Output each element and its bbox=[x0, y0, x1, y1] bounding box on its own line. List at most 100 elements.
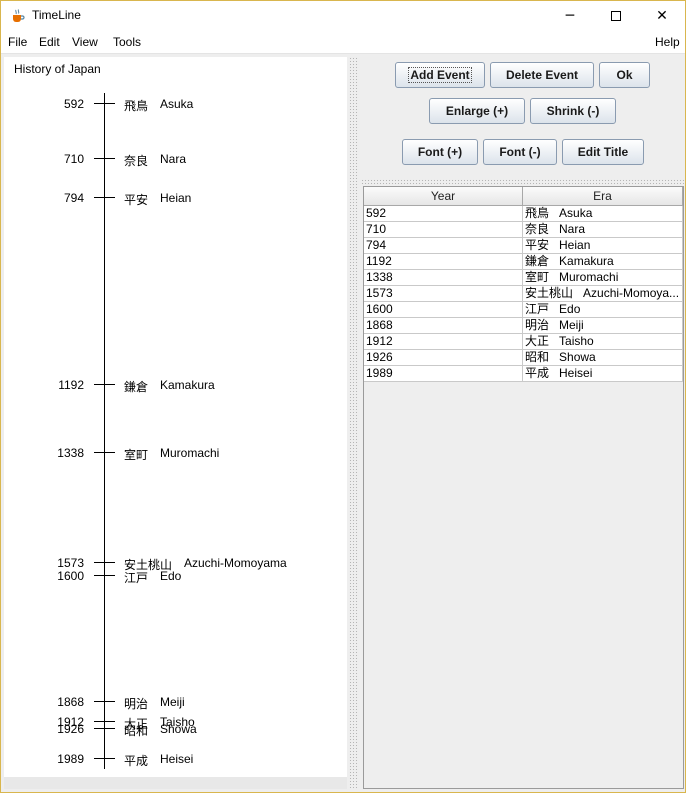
cell-era[interactable]: 鎌倉 Kamakura bbox=[523, 254, 683, 270]
cell-era-kanji: 昭和 bbox=[525, 350, 550, 364]
cell-era-kanji: 大正 bbox=[525, 334, 550, 348]
table-row[interactable]: 710 奈良 Nara bbox=[364, 222, 683, 238]
event-romaji: Nara bbox=[160, 152, 187, 166]
table-row[interactable]: 592 飛鳥 Asuka bbox=[364, 206, 683, 222]
cell-year[interactable]: 1192 bbox=[364, 254, 523, 270]
enlarge-button[interactable]: Enlarge (+) bbox=[429, 98, 525, 124]
cell-era-romaji: Meiji bbox=[559, 318, 584, 332]
cell-era[interactable]: 江戸 Edo bbox=[523, 302, 683, 318]
event-year: 710 bbox=[63, 152, 84, 166]
menu-edit[interactable]: Edit bbox=[39, 35, 60, 49]
horizontal-splitter[interactable] bbox=[361, 179, 684, 185]
table-header: Year Era bbox=[364, 187, 683, 206]
cell-era[interactable]: 平成 Heisei bbox=[523, 366, 683, 382]
cell-era[interactable]: 明治 Meiji bbox=[523, 318, 683, 334]
table-row[interactable]: 1192 鎌倉 Kamakura bbox=[364, 254, 683, 270]
horizontal-scrollbar[interactable] bbox=[4, 777, 347, 789]
timeline-canvas[interactable]: History of Japan 592 飛鳥 Asuka 710 奈良 Nar… bbox=[4, 57, 347, 777]
font-minus-button[interactable]: Font (-) bbox=[483, 139, 557, 165]
events-table[interactable]: Year Era 592 飛鳥 Asuka 710 奈良 Nara 794 平安 He… bbox=[363, 186, 684, 789]
cell-era[interactable]: 昭和 Showa bbox=[523, 350, 683, 366]
shrink-button[interactable]: Shrink (-) bbox=[530, 98, 616, 124]
add-event-label: Add Event bbox=[408, 67, 472, 83]
table-row[interactable]: 1573 安土桃山 Azuchi-Momoya... bbox=[364, 286, 683, 302]
cell-year[interactable]: 1926 bbox=[364, 350, 523, 366]
cell-era-kanji: 江戸 bbox=[525, 302, 550, 316]
cell-year[interactable]: 794 bbox=[364, 238, 523, 254]
button-panel: Add Event Delete Event Ok Enlarge (+) Sh… bbox=[361, 57, 684, 179]
event-kanji: 室町 bbox=[124, 448, 149, 462]
event-year: 1989 bbox=[57, 752, 84, 766]
maximize-button[interactable] bbox=[593, 1, 639, 31]
menu-tools[interactable]: Tools bbox=[113, 35, 141, 49]
table-body: 592 飛鳥 Asuka 710 奈良 Nara 794 平安 Heian 1192 … bbox=[364, 206, 683, 382]
cell-year[interactable]: 1600 bbox=[364, 302, 523, 318]
event-kanji: 明治 bbox=[124, 697, 149, 711]
cell-era-romaji: Azuchi-Momoya... bbox=[583, 286, 680, 300]
cell-year[interactable]: 1868 bbox=[364, 318, 523, 334]
cell-era[interactable]: 飛鳥 Asuka bbox=[523, 206, 683, 222]
table-row[interactable]: 794 平安 Heian bbox=[364, 238, 683, 254]
cell-era-romaji: Showa bbox=[559, 350, 596, 364]
cell-era[interactable]: 室町 Muromachi bbox=[523, 270, 683, 286]
cell-era-romaji: Heian bbox=[559, 238, 591, 252]
menu-view[interactable]: View bbox=[72, 35, 98, 49]
column-header-era[interactable]: Era bbox=[523, 187, 683, 206]
vertical-splitter[interactable] bbox=[349, 57, 359, 789]
table-row[interactable]: 1989 平成 Heisei bbox=[364, 366, 683, 382]
table-row[interactable]: 1338 室町 Muromachi bbox=[364, 270, 683, 286]
delete-event-label: Delete Event bbox=[505, 68, 579, 82]
cell-era-kanji: 室町 bbox=[525, 270, 550, 284]
event-year: 592 bbox=[63, 97, 84, 111]
cell-year[interactable]: 1989 bbox=[364, 366, 523, 382]
table-row[interactable]: 1600 江戸 Edo bbox=[364, 302, 683, 318]
event-kanji: 鎌倉 bbox=[124, 380, 149, 394]
cell-era-kanji: 明治 bbox=[525, 318, 550, 332]
ok-button[interactable]: Ok bbox=[599, 62, 650, 88]
table-row[interactable]: 1912 大正 Taisho bbox=[364, 334, 683, 350]
cell-era[interactable]: 平安 Heian bbox=[523, 238, 683, 254]
cell-era[interactable]: 大正 Taisho bbox=[523, 334, 683, 350]
event-romaji: Azuchi-Momoyama bbox=[184, 556, 287, 570]
event-romaji: Heian bbox=[160, 191, 192, 205]
table-row[interactable]: 1868 明治 Meiji bbox=[364, 318, 683, 334]
font-plus-button[interactable]: Font (+) bbox=[402, 139, 478, 165]
menu-file[interactable]: File bbox=[8, 35, 27, 49]
cell-era-romaji: Asuka bbox=[559, 206, 593, 220]
cell-year[interactable]: 1912 bbox=[364, 334, 523, 350]
cell-year[interactable]: 1573 bbox=[364, 286, 523, 302]
menu-help[interactable]: Help bbox=[655, 35, 680, 49]
cell-era-kanji: 鎌倉 bbox=[525, 254, 550, 268]
minimize-button[interactable]: ─ bbox=[547, 1, 593, 31]
close-icon: ✕ bbox=[656, 8, 668, 24]
timeline-tick bbox=[94, 728, 115, 729]
app-window: TimeLine ─ ✕ File Edit View Tools Help H… bbox=[0, 0, 686, 793]
cell-era-romaji: Muromachi bbox=[559, 270, 619, 284]
timeline-tick bbox=[94, 721, 115, 722]
timeline-tick bbox=[94, 701, 115, 702]
event-kanji: 奈良 bbox=[124, 154, 149, 168]
add-event-button[interactable]: Add Event bbox=[395, 62, 485, 88]
shrink-label: Shrink (-) bbox=[546, 104, 600, 118]
event-kanji: 昭和 bbox=[124, 724, 149, 738]
edit-title-label: Edit Title bbox=[577, 145, 629, 159]
table-row[interactable]: 1926 昭和 Showa bbox=[364, 350, 683, 366]
event-romaji: Showa bbox=[160, 722, 197, 736]
cell-era[interactable]: 安土桃山 Azuchi-Momoya... bbox=[523, 286, 683, 302]
cell-year[interactable]: 1338 bbox=[364, 270, 523, 286]
event-year: 1573 bbox=[57, 556, 84, 570]
event-year: 1338 bbox=[57, 446, 84, 460]
close-button[interactable]: ✕ bbox=[639, 1, 685, 31]
edit-title-button[interactable]: Edit Title bbox=[562, 139, 644, 165]
delete-event-button[interactable]: Delete Event bbox=[490, 62, 594, 88]
menu-bar: File Edit View Tools Help bbox=[1, 31, 685, 54]
cell-era[interactable]: 奈良 Nara bbox=[523, 222, 683, 238]
cell-year[interactable]: 710 bbox=[364, 222, 523, 238]
event-year: 794 bbox=[63, 191, 84, 205]
timeline-tick bbox=[94, 575, 115, 576]
cell-year[interactable]: 592 bbox=[364, 206, 523, 222]
column-header-year[interactable]: Year bbox=[364, 187, 523, 206]
event-year: 1868 bbox=[57, 695, 84, 709]
event-kanji: 江戸 bbox=[124, 571, 149, 585]
timeline-tick bbox=[94, 758, 115, 759]
